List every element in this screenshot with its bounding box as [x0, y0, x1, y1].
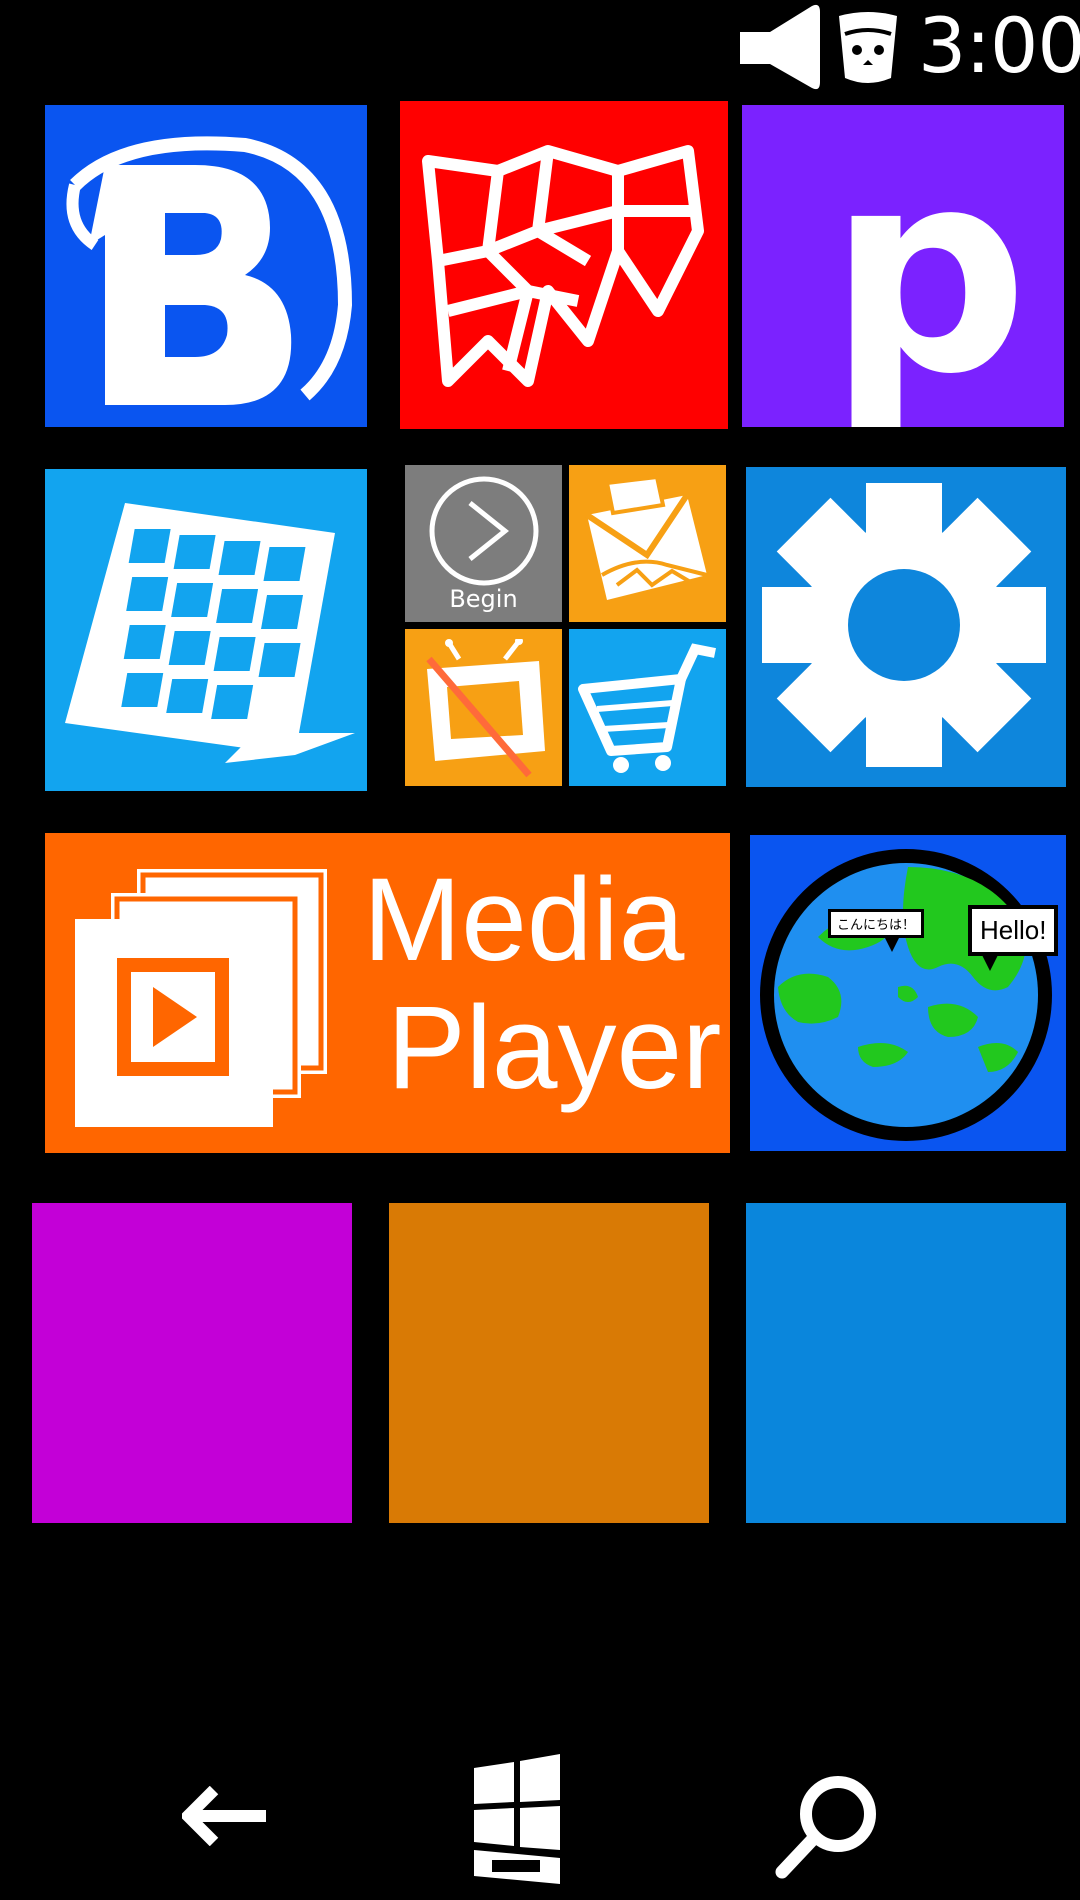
speech-bubble-english-text: Hello!	[980, 915, 1047, 945]
speech-bubble-english: Hello!	[968, 905, 1059, 956]
maps-tile[interactable]	[400, 101, 728, 429]
speech-bubble-japanese: こんにちは！	[828, 909, 925, 938]
speaker-icon	[738, 2, 822, 92]
keypad-icon	[55, 493, 355, 778]
media-player-tile[interactable]: Media Player	[45, 833, 730, 1153]
tv-tile[interactable]	[405, 629, 562, 786]
browser-b-globe-icon	[55, 125, 355, 415]
p-letter: p	[828, 110, 1029, 427]
windows-logo-icon[interactable]	[470, 1748, 564, 1888]
settings-tile[interactable]	[746, 467, 1066, 787]
begin-label: Begin	[449, 585, 518, 613]
browser-tile[interactable]	[45, 105, 367, 427]
tv-icon	[419, 639, 551, 779]
speech-bubble-japanese-tail	[885, 938, 899, 952]
speech-bubble-japanese-text: こんにちは！	[837, 918, 916, 933]
media-title-line1: Media	[363, 854, 685, 986]
envelope-icon	[577, 475, 717, 610]
translator-tile[interactable]: こんにちは！ Hello!	[750, 835, 1066, 1151]
empty-tile-magenta[interactable]	[32, 1203, 352, 1523]
empty-tile-orange[interactable]	[389, 1203, 709, 1523]
gear-icon	[754, 475, 1054, 775]
navigation-bar	[0, 1740, 1080, 1900]
magnifier-icon[interactable]	[774, 1770, 884, 1880]
media-player-icon	[67, 853, 337, 1133]
folded-map-icon	[418, 141, 708, 401]
calculator-tile[interactable]	[45, 469, 367, 791]
face-cup-icon	[835, 10, 901, 86]
shopping-cart-icon	[577, 639, 719, 779]
begin-tile[interactable]: Begin	[405, 465, 562, 622]
p-app-tile[interactable]: p	[742, 105, 1064, 427]
globe-speech-icon	[758, 847, 1058, 1147]
store-tile[interactable]	[569, 629, 726, 786]
mail-tile[interactable]	[569, 465, 726, 622]
play-circle-icon	[425, 475, 543, 587]
status-bar: 3:00	[0, 0, 1080, 95]
speech-bubble-english-tail	[982, 955, 998, 971]
media-title-line2: Player	[387, 982, 722, 1114]
empty-tile-blue[interactable]	[746, 1203, 1066, 1523]
back-arrow-icon[interactable]	[182, 1786, 268, 1846]
clock: 3:00	[918, 1, 1080, 90]
